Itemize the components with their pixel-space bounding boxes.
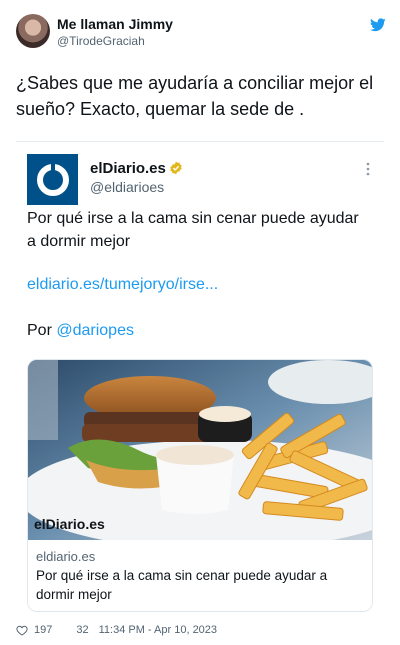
link-preview-card[interactable]: elDiario.es eldiario.es Por qué irse a l… bbox=[27, 359, 373, 612]
eldiario-logo-icon bbox=[36, 163, 69, 196]
quoted-text: Por qué irse a la cama sin cenar puede a… bbox=[27, 210, 359, 250]
quoted-author-name[interactable]: elDiario.es bbox=[90, 160, 183, 177]
byline: Por @dariopes bbox=[27, 322, 134, 340]
tweet-footer: 197 32 11:34 PM - Apr 10, 2023 bbox=[16, 622, 217, 638]
link-domain: eldiario.es bbox=[36, 549, 96, 564]
author-mention-link[interactable]: @dariopes bbox=[56, 322, 134, 339]
author-name[interactable]: Me llaman Jimmy bbox=[57, 16, 173, 32]
article-link[interactable]: eldiario.es/tumejoryo/irse... bbox=[27, 276, 218, 294]
quoted-tweet[interactable]: elDiario.es @eldiarioes Por qué irse a l… bbox=[16, 141, 384, 616]
byline-prefix: Por bbox=[27, 322, 52, 339]
like-count: 197 bbox=[34, 624, 53, 636]
quoted-avatar[interactable] bbox=[27, 154, 78, 205]
tweet-header: Me llaman Jimmy @TirodeGraciah bbox=[16, 14, 386, 54]
link-title[interactable]: Por qué irse a la cama sin cenar puede a… bbox=[36, 566, 361, 604]
more-icon[interactable] bbox=[366, 162, 370, 176]
twitter-bird-icon[interactable] bbox=[370, 18, 386, 32]
quoted-author-handle[interactable]: @eldiarioes bbox=[90, 179, 164, 195]
verified-icon bbox=[170, 161, 182, 175]
food-photo bbox=[28, 360, 372, 540]
reply-count: 32 bbox=[76, 624, 89, 636]
burger-fries-image[interactable]: elDiario.es bbox=[28, 360, 372, 540]
tweet-text: ¿Sabes que me ayudaría a conciliar mejor… bbox=[16, 73, 374, 119]
avatar[interactable] bbox=[16, 14, 50, 48]
image-brand-logo: elDiario.es bbox=[34, 516, 105, 532]
timestamp[interactable]: 11:34 PM - Apr 10, 2023 bbox=[99, 624, 217, 636]
heart-icon[interactable] bbox=[16, 625, 28, 636]
author-handle[interactable]: @TirodeGraciah bbox=[57, 34, 145, 48]
